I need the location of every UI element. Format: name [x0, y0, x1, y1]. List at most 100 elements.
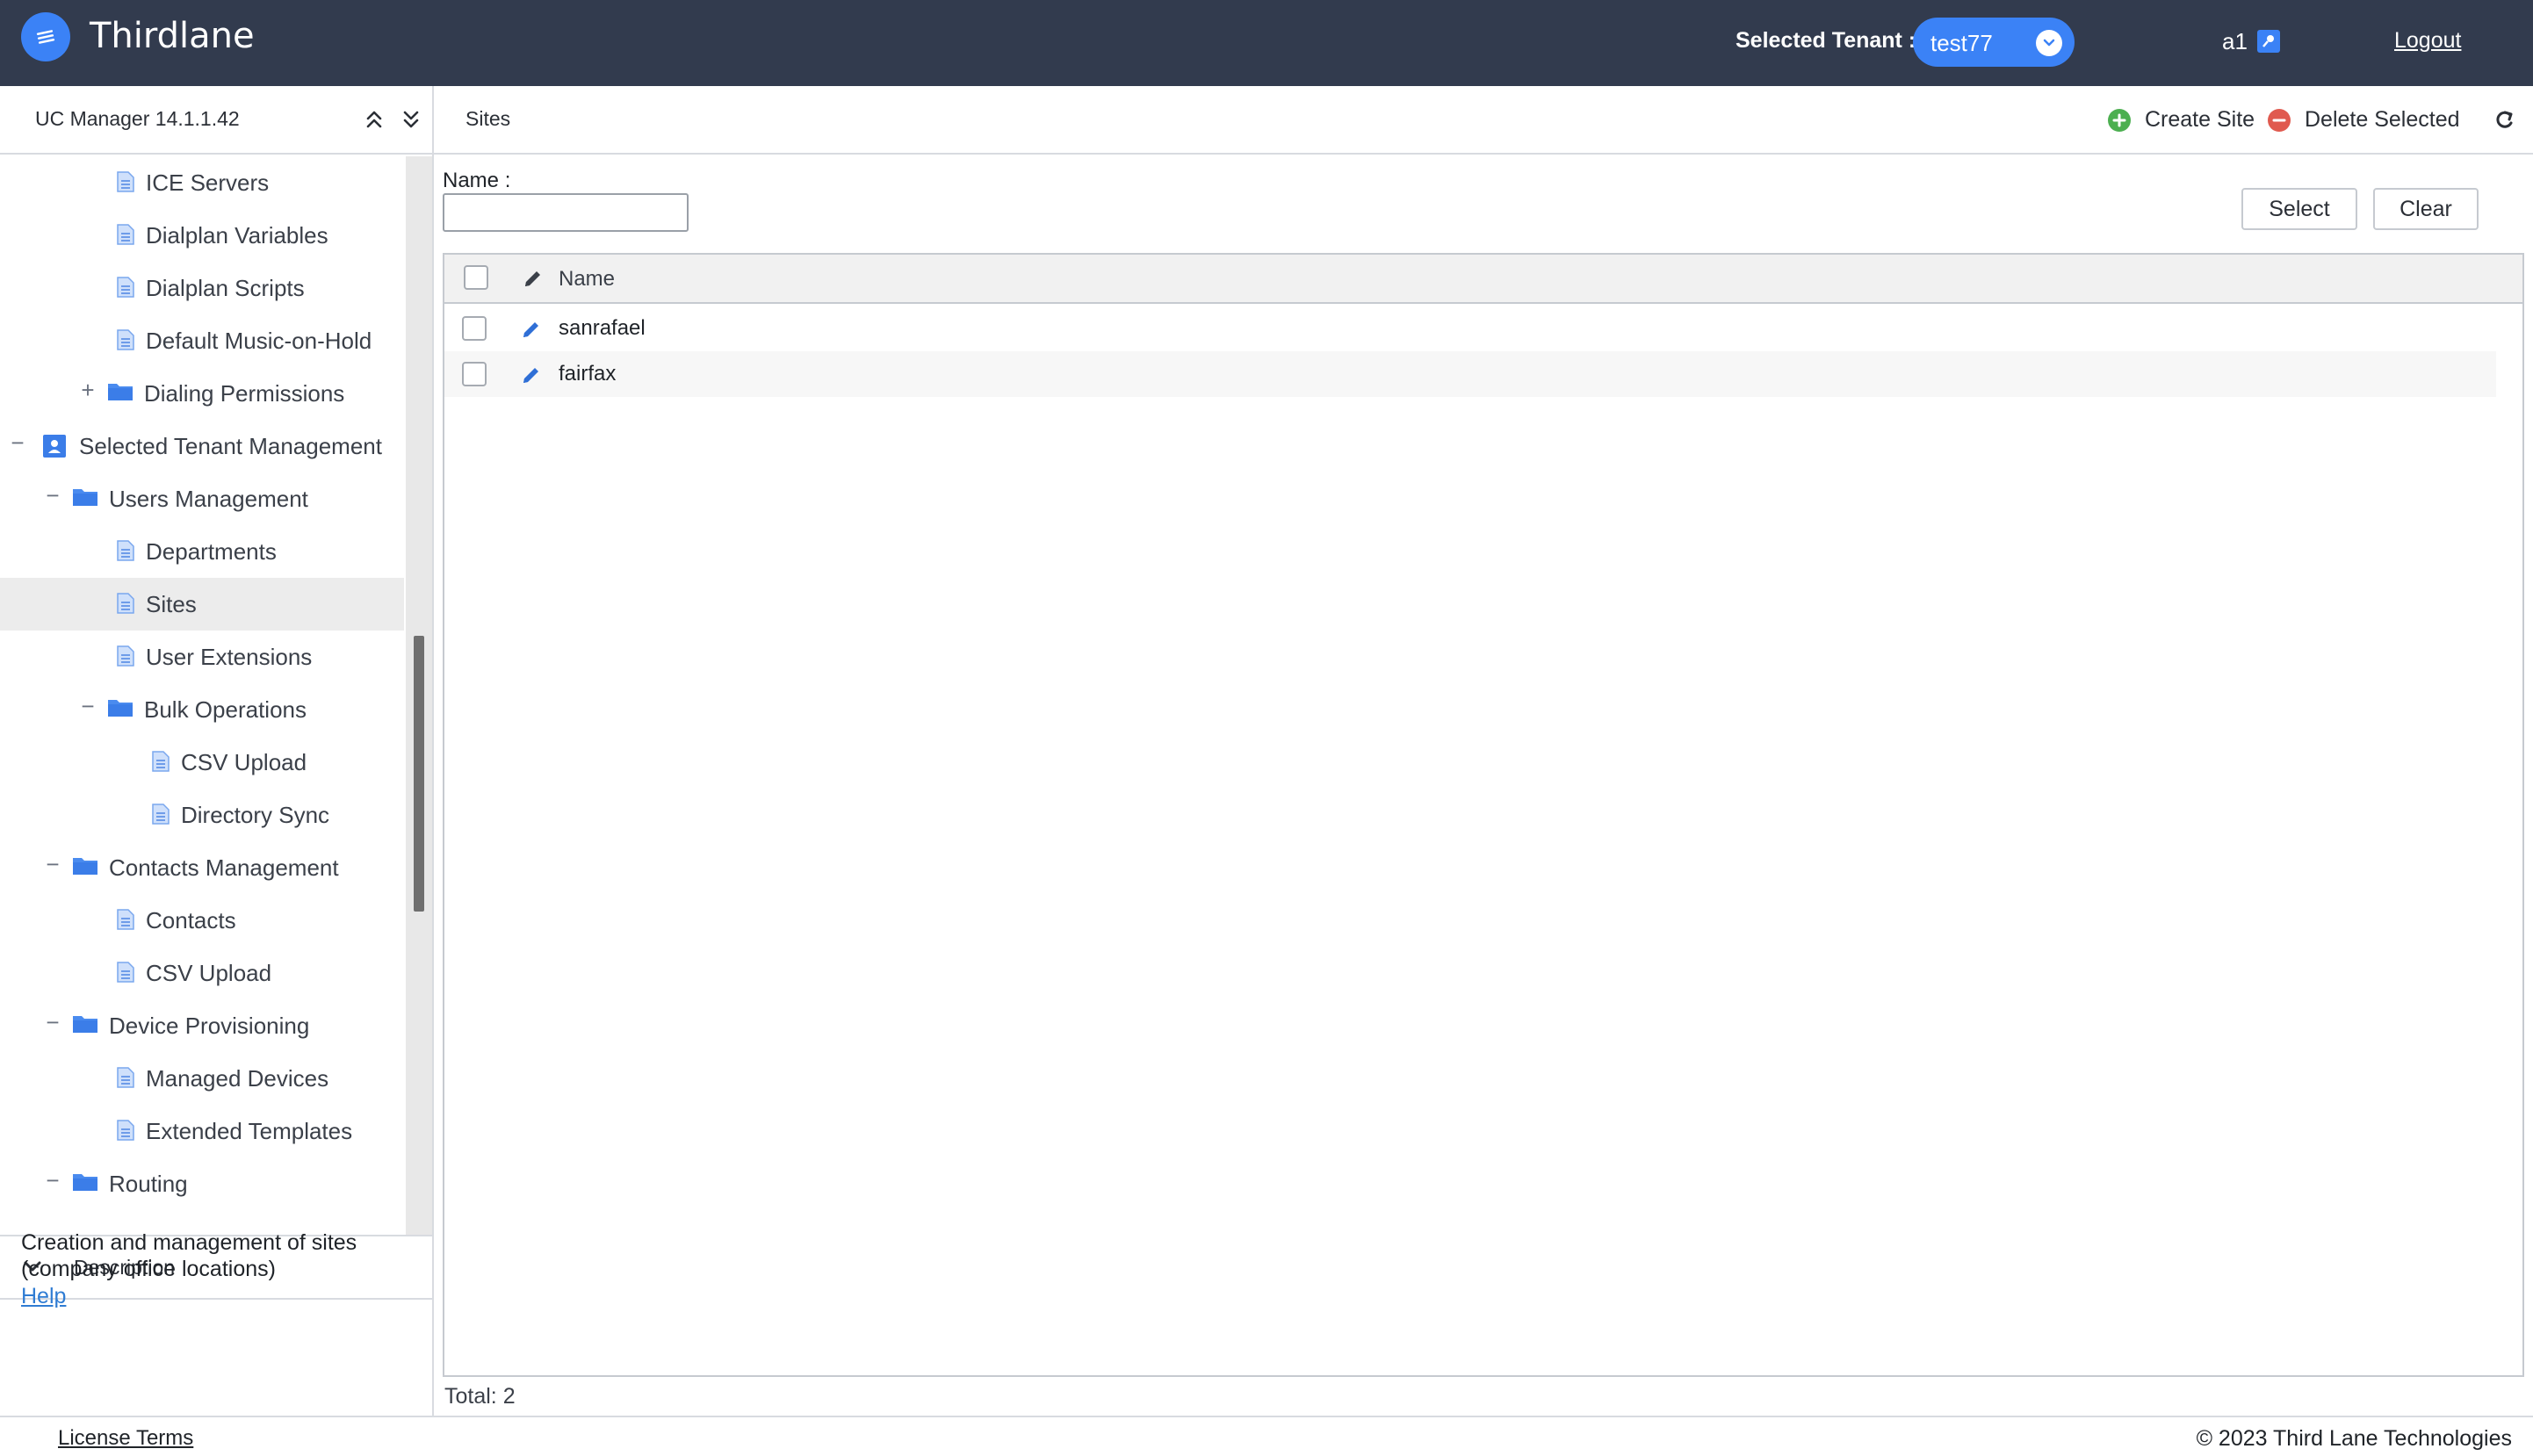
collapse-toggle-icon[interactable]: − [44, 853, 61, 876]
refresh-icon[interactable] [2493, 107, 2515, 132]
clear-button[interactable]: Clear [2373, 188, 2479, 230]
document-icon [151, 803, 170, 830]
tree-item-device-provisioning[interactable]: − Device Provisioning [0, 999, 404, 1052]
tree-item-user-extensions[interactable]: User Extensions [0, 631, 404, 683]
folder-icon [72, 855, 98, 881]
tenant-select[interactable]: test77 [1913, 18, 2075, 67]
tree-item-label: Contacts [146, 907, 236, 933]
collapse-toggle-icon[interactable]: − [44, 1169, 61, 1192]
row-checkbox[interactable] [462, 362, 487, 386]
tree-item-departments[interactable]: Departments [0, 525, 404, 578]
pencil-icon [522, 267, 545, 294]
column-header-name[interactable]: Name [559, 267, 615, 292]
document-icon [116, 276, 135, 303]
document-icon [116, 170, 135, 198]
edit-pencil-icon[interactable] [520, 364, 543, 391]
top-bar: Thirdlane Selected Tenant : test77 a1 Lo… [0, 0, 2533, 86]
document-icon [116, 645, 135, 672]
tree-item-managed-devices[interactable]: Managed Devices [0, 1052, 404, 1105]
tree-item-label: User Extensions [146, 644, 313, 670]
sidebar-header: UC Manager 14.1.1.42 [0, 86, 432, 155]
table-header: Name [444, 255, 2522, 304]
tree-item-dialing-permissions[interactable]: + Dialing Permissions [0, 367, 404, 420]
total-count: Total: 2 [444, 1384, 516, 1409]
tree-item-label: Directory Sync [181, 802, 330, 828]
plus-circle-icon [2108, 109, 2131, 132]
navigation-tree: ICE Servers Dialplan Variables Dialplan Sc… [0, 156, 406, 1235]
logout-link[interactable]: Logout [2394, 28, 2461, 54]
tree-item-label: Dialing Permissions [144, 380, 345, 407]
row-checkbox[interactable] [462, 316, 487, 341]
main-header: Sites Create Site Delete Selected [434, 86, 2533, 155]
collapse-toggle-icon[interactable]: − [44, 484, 61, 507]
tenant-value: test77 [1930, 30, 1993, 56]
sites-table: Name sanrafael fairfax [443, 253, 2524, 1377]
tree-item-label: ICE Servers [146, 169, 270, 196]
tree-item-csv-upload[interactable]: CSV Upload [0, 736, 404, 789]
tree-item-contacts[interactable]: Contacts [0, 894, 404, 947]
collapse-toggle-icon[interactable]: − [9, 431, 26, 454]
tree-item-dialplan-scripts[interactable]: Dialplan Scripts [0, 262, 404, 314]
edit-pencil-icon[interactable] [520, 318, 543, 345]
folder-icon [107, 381, 134, 407]
chevrons-up-icon[interactable] [364, 107, 385, 132]
tree-item-users-management[interactable]: − Users Management [0, 472, 404, 525]
tree-item-label: Extended Templates [146, 1118, 353, 1144]
tree-item-label: Contacts Management [109, 854, 339, 881]
document-icon [116, 1119, 135, 1146]
sidebar-title: UC Manager 14.1.1.42 [35, 107, 240, 130]
tree-item-csv-upload[interactable]: CSV Upload [0, 947, 404, 999]
name-filter-label: Name : [443, 169, 511, 192]
tree-item-bulk-operations[interactable]: − Bulk Operations [0, 683, 404, 736]
tree-scrollbar-thumb[interactable] [414, 636, 424, 912]
tree-item-extended-templates[interactable]: Extended Templates [0, 1105, 404, 1157]
tree-item-label: Departments [146, 538, 277, 565]
tree-item-label: Sites [146, 591, 197, 617]
document-icon [151, 750, 170, 777]
tree-item-sites[interactable]: Sites [0, 578, 404, 631]
document-icon [116, 328, 135, 356]
site-name: fairfax [559, 362, 617, 386]
chevrons-down-icon[interactable] [401, 107, 422, 132]
table-row[interactable]: fairfax [444, 351, 2496, 397]
help-link[interactable]: Help [21, 1284, 66, 1309]
site-name: sanrafael [559, 316, 646, 340]
tree-item-ice-servers[interactable]: ICE Servers [0, 156, 404, 209]
document-icon [116, 908, 135, 935]
select-all-checkbox[interactable] [464, 265, 488, 290]
tree-item-label: Managed Devices [146, 1065, 329, 1092]
tree-item-directory-sync[interactable]: Directory Sync [0, 789, 404, 841]
user-key-icon[interactable] [2257, 30, 2280, 53]
breadcrumb: Sites [465, 107, 511, 130]
create-site-label: Create Site [2145, 107, 2255, 132]
tree-item-dialplan-variables[interactable]: Dialplan Variables [0, 209, 404, 262]
menu-logo-icon[interactable] [21, 12, 70, 61]
tree-item-label: Default Music-on-Hold [146, 328, 372, 354]
name-filter-input[interactable] [443, 193, 689, 232]
collapse-toggle-icon[interactable]: − [79, 695, 97, 717]
select-button[interactable]: Select [2241, 188, 2357, 230]
app-title: Thirdlane [90, 16, 255, 56]
tree-item-label: Routing [109, 1171, 188, 1197]
tree-item-contacts-management[interactable]: − Contacts Management [0, 841, 404, 894]
folder-icon [72, 1171, 98, 1197]
tree-item-label: Dialplan Variables [146, 222, 328, 249]
collapse-toggle-icon[interactable]: − [44, 1011, 61, 1034]
expand-toggle-icon[interactable]: + [79, 378, 97, 401]
table-row[interactable]: sanrafael [444, 306, 2496, 351]
folder-icon [72, 487, 98, 512]
folder-icon [107, 697, 134, 723]
footer: License Terms © 2023 Third Lane Technolo… [0, 1416, 2533, 1456]
tree-item-selected-tenant-management[interactable]: − Selected Tenant Management [0, 420, 404, 472]
sidebar: UC Manager 14.1.1.42 ICE Servers Dialplan… [0, 86, 434, 1416]
tree-item-label: Dialplan Scripts [146, 275, 305, 301]
user-name[interactable]: a1 [2222, 28, 2248, 55]
document-icon [116, 539, 135, 566]
minus-circle-icon [2268, 109, 2291, 132]
license-terms-link[interactable]: License Terms [58, 1426, 193, 1451]
document-icon [116, 592, 135, 619]
tree-item-label: CSV Upload [146, 960, 272, 986]
tenant-label: Selected Tenant : [1736, 28, 1916, 53]
tree-item-routing[interactable]: − Routing [0, 1157, 404, 1210]
tree-item-default-music-on-hold[interactable]: Default Music-on-Hold [0, 314, 404, 367]
